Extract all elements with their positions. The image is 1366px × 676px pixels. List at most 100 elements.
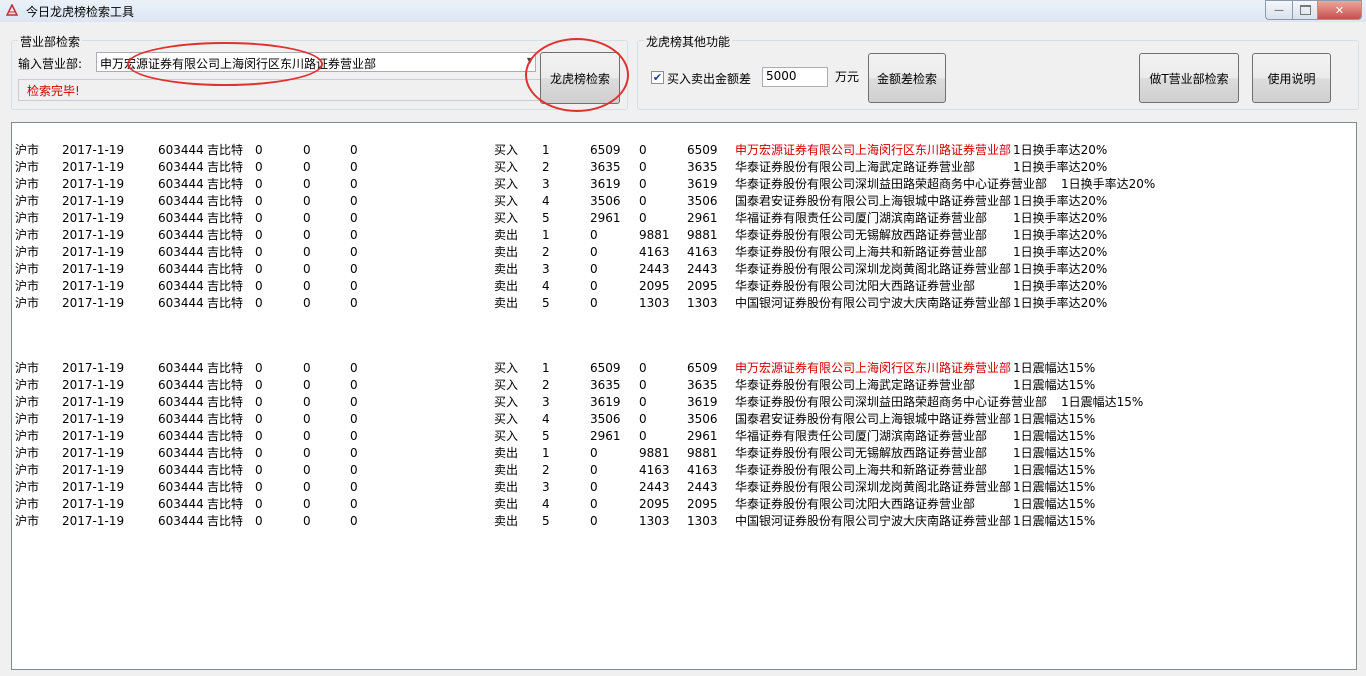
list-item[interactable]: 沪市 2017-1-19 603444 吉比特 0 0 0 卖出 4 0 2095 2095 华泰证券股… [12, 496, 1352, 513]
stock-name-cell: 吉比特 [207, 480, 244, 494]
date-cell: 2017-1-19 [62, 429, 125, 443]
list-item[interactable]: 沪市 2017-1-19 603444 吉比特 0 0 0 卖出 2 0 4163 4163 华泰证券股… [12, 244, 1352, 261]
market-cell: 沪市 [15, 412, 40, 426]
value-cell: 0 [255, 194, 263, 208]
buy-amount-cell: 0 [590, 296, 598, 310]
side-cell: 买入 [494, 412, 519, 426]
list-item[interactable]: 沪市 2017-1-19 603444 吉比特 0 0 0 买入 2 3635 0 3635 华泰证券股… [12, 377, 1352, 394]
help-button[interactable]: 使用说明 [1252, 53, 1331, 103]
sell-amount-cell: 0 [639, 160, 647, 174]
amount-input[interactable]: 5000 [762, 67, 828, 87]
net-amount-cell: 9881 [687, 228, 718, 242]
list-item[interactable]: 沪市 2017-1-19 603444 吉比特 0 0 0 买入 1 6509 0 6509 申万宏源证… [12, 360, 1352, 377]
branch-cell: 华福证券有限责任公司厦门湖滨南路证券营业部 [735, 429, 988, 443]
maximize-button[interactable] [1293, 0, 1318, 20]
market-cell: 沪市 [15, 514, 40, 528]
date-cell: 2017-1-19 [62, 194, 125, 208]
value-cell: 0 [350, 211, 358, 225]
list-item[interactable]: 沪市 2017-1-19 603444 吉比特 0 0 0 卖出 2 0 4163 4163 华泰证券股… [12, 462, 1352, 479]
net-amount-cell: 3506 [687, 412, 718, 426]
value-cell: 0 [255, 412, 263, 426]
reason-cell: 1日换手率达20% [1013, 211, 1108, 225]
chevron-down-icon[interactable]: ▼ [527, 56, 533, 65]
list-item[interactable]: 沪市 2017-1-19 603444 吉比特 0 0 0 卖出 4 0 2095 2095 华泰证券股… [12, 278, 1352, 295]
value-cell: 0 [303, 262, 311, 276]
window-controls: — ✕ [1265, 0, 1362, 20]
side-cell: 买入 [494, 160, 519, 174]
list-item[interactable]: 沪市 2017-1-19 603444 吉比特 0 0 0 买入 5 2961 0 2961 华福证券有… [12, 210, 1352, 227]
list-item[interactable]: 沪市 2017-1-19 603444 吉比特 0 0 0 卖出 1 0 9881 9881 华泰证券股… [12, 227, 1352, 244]
net-amount-cell: 2961 [687, 211, 718, 225]
value-cell: 0 [303, 497, 311, 511]
rank-cell: 2 [542, 463, 550, 477]
list-item[interactable]: 沪市 2017-1-19 603444 吉比特 0 0 0 买入 1 6509 0 6509 申万宏源证… [12, 142, 1352, 159]
reason-cell: 1日换手率达20% [1013, 245, 1108, 259]
maximize-icon [1299, 5, 1311, 15]
list-item[interactable]: 沪市 2017-1-19 603444 吉比特 0 0 0 卖出 5 0 1303 1303 中国银河证… [12, 295, 1352, 312]
status-box: 检索完毕! [18, 79, 618, 101]
buy-amount-cell: 6509 [590, 143, 621, 157]
list-item[interactable]: 沪市 2017-1-19 603444 吉比特 0 0 0 卖出 1 0 9881 9881 华泰证券股… [12, 445, 1352, 462]
list-item[interactable]: 沪市 2017-1-19 603444 吉比特 0 0 0 买入 3 3619 0 3619 华泰证券股… [12, 394, 1352, 411]
value-cell: 0 [303, 463, 311, 477]
market-cell: 沪市 [15, 497, 40, 511]
rank-cell: 5 [542, 429, 550, 443]
value-cell: 0 [303, 177, 311, 191]
client-area: 营业部检索 输入营业部: 申万宏源证券有限公司上海闵行区东川路证券营业部 ▼ 检… [0, 22, 1366, 676]
branch-cell: 华泰证券股份有限公司沈阳大西路证券营业部 [735, 497, 976, 511]
list-item[interactable]: 沪市 2017-1-19 603444 吉比特 0 0 0 买入 2 3635 0 3635 华泰证券股… [12, 159, 1352, 176]
sell-amount-cell: 4163 [639, 463, 670, 477]
value-cell: 0 [350, 446, 358, 460]
other-functions-group-label: 龙虎榜其他功能 [644, 33, 733, 50]
branch-cell: 华泰证券股份有限公司无锡解放西路证券营业部 [735, 446, 988, 460]
value-cell: 0 [350, 361, 358, 375]
side-cell: 买入 [494, 395, 519, 409]
diff-search-button[interactable]: 金额差检索 [868, 53, 946, 103]
amount-unit-label: 万元 [835, 70, 860, 84]
amount-diff-checkbox[interactable]: ✔ [651, 71, 664, 84]
side-cell: 卖出 [494, 279, 519, 293]
buy-amount-cell: 3635 [590, 160, 621, 174]
date-cell: 2017-1-19 [62, 378, 125, 392]
list-item[interactable]: 沪市 2017-1-19 603444 吉比特 0 0 0 卖出 3 0 2443 2443 华泰证券股… [12, 261, 1352, 278]
value-cell: 0 [255, 262, 263, 276]
list-item[interactable]: 沪市 2017-1-19 603444 吉比特 0 0 0 买入 3 3619 0 3619 华泰证券股… [12, 176, 1352, 193]
rank-cell: 3 [542, 177, 550, 191]
list-item[interactable]: 沪市 2017-1-19 603444 吉比特 0 0 0 卖出 5 0 1303 1303 中国银河证… [12, 513, 1352, 530]
value-cell: 0 [255, 177, 263, 191]
value-cell: 0 [350, 480, 358, 494]
dragon-tiger-search-button[interactable]: 龙虎榜检索 [540, 52, 620, 104]
rank-cell: 4 [542, 194, 550, 208]
stock-name-cell: 吉比特 [207, 497, 244, 511]
sell-amount-cell: 1303 [639, 514, 670, 528]
code-cell: 603444 [158, 514, 204, 528]
value-cell: 0 [303, 211, 311, 225]
value-cell: 0 [303, 514, 311, 528]
list-item[interactable]: 沪市 2017-1-19 603444 吉比特 0 0 0 买入 5 2961 0 2961 华福证券有… [12, 428, 1352, 445]
amount-diff-checkbox-label: 买入卖出金额差 [667, 72, 752, 86]
minimize-button[interactable]: — [1265, 0, 1293, 20]
t-branch-search-button[interactable]: 做T营业部检索 [1139, 53, 1239, 103]
rank-cell: 4 [542, 279, 550, 293]
branch-cell: 华泰证券股份有限公司深圳龙岗黄阁北路证券营业部 [735, 480, 1012, 494]
sell-amount-cell: 2443 [639, 480, 670, 494]
stock-name-cell: 吉比特 [207, 463, 244, 477]
stock-name-cell: 吉比特 [207, 194, 244, 208]
close-button[interactable]: ✕ [1318, 0, 1362, 20]
market-cell: 沪市 [15, 177, 40, 191]
list-item[interactable]: 沪市 2017-1-19 603444 吉比特 0 0 0 买入 4 3506 0 3506 国泰君安证… [12, 193, 1352, 210]
list-item[interactable]: 沪市 2017-1-19 603444 吉比特 0 0 0 卖出 3 0 2443 2443 华泰证券股… [12, 479, 1352, 496]
results-list[interactable]: 沪市 2017-1-19 603444 吉比特 0 0 0 买入 1 6509 0 6509 申万宏源证… [11, 122, 1357, 670]
buy-amount-cell: 0 [590, 262, 598, 276]
value-cell: 0 [350, 194, 358, 208]
sell-amount-cell: 0 [639, 194, 647, 208]
list-item[interactable]: 沪市 2017-1-19 603444 吉比特 0 0 0 买入 4 3506 0 3506 国泰君安证… [12, 411, 1352, 428]
branch-combobox[interactable]: 申万宏源证券有限公司上海闵行区东川路证券营业部 ▼ [96, 52, 536, 72]
side-cell: 卖出 [494, 296, 519, 310]
value-cell: 0 [255, 361, 263, 375]
branch-cell: 华泰证券股份有限公司上海武定路证券营业部 [735, 378, 976, 392]
buy-amount-cell: 0 [590, 463, 598, 477]
side-cell: 买入 [494, 361, 519, 375]
stock-name-cell: 吉比特 [207, 296, 244, 310]
reason-cell: 1日换手率达20% [1013, 160, 1108, 174]
